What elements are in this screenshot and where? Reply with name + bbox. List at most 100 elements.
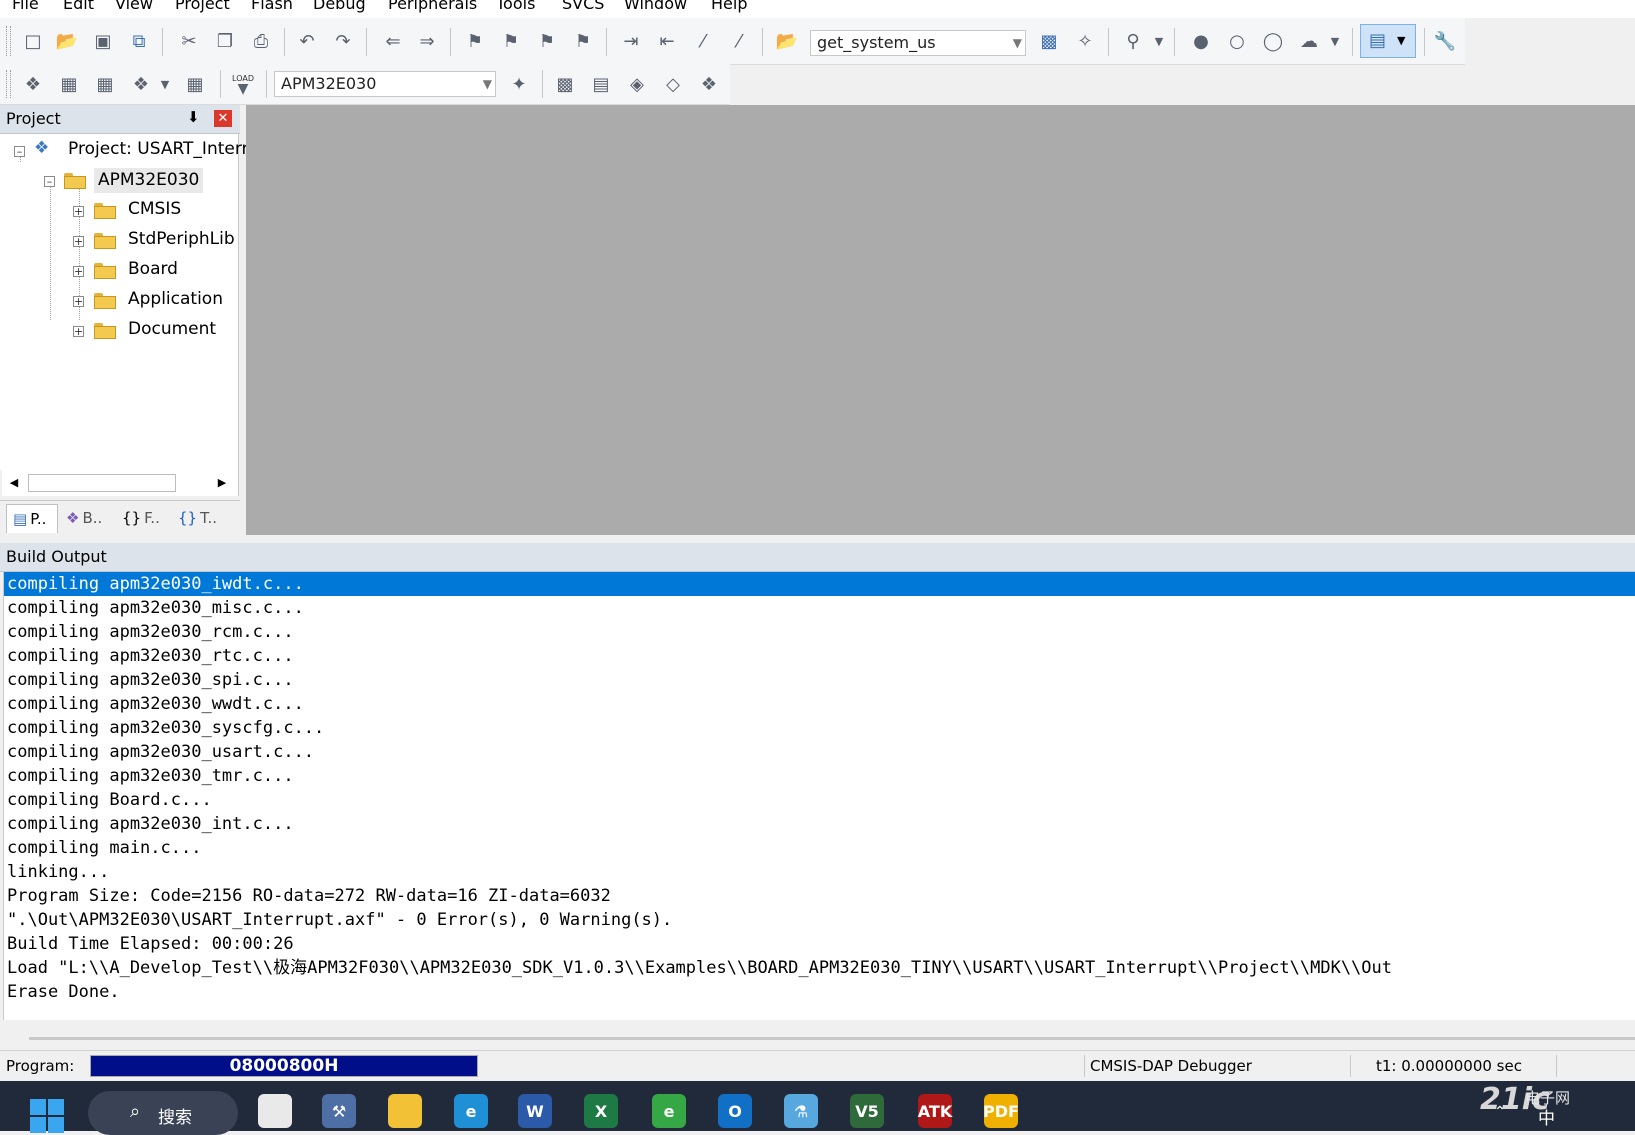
navigate-back-icon[interactable]: ⇐: [380, 28, 406, 54]
target-select[interactable]: APM32E030 ▼: [274, 71, 496, 97]
build-output-line[interactable]: compiling apm32e030_wwdt.c...: [4, 692, 1635, 716]
tab-functions[interactable]: {} F..: [116, 504, 168, 532]
build-output-line[interactable]: Program Size: Code=2156 RO-data=272 RW-d…: [4, 884, 1635, 908]
download-load-button[interactable]: LOAD ▼: [230, 71, 256, 97]
toolbar-grip[interactable]: [6, 26, 11, 56]
taskbar-app-outlook[interactable]: O: [718, 1094, 752, 1128]
build-output-line[interactable]: Load "L:\\A_Develop_Test\\极海APM32F030\\A…: [4, 956, 1635, 980]
ime-indicator[interactable]: 中: [1538, 1104, 1555, 1129]
toolbar-grip[interactable]: [6, 70, 11, 98]
menu-help[interactable]: Help: [711, 0, 747, 13]
chevron-down-icon[interactable]: ▼: [1013, 31, 1022, 55]
pack-installer-icon[interactable]: ◇: [660, 71, 686, 97]
taskbar-search[interactable]: ⌕ 搜索: [88, 1091, 238, 1135]
build-output-line[interactable]: compiling apm32e030_iwdt.c...: [4, 572, 1635, 596]
build-output-line[interactable]: compiling Board.c...: [4, 788, 1635, 812]
menu-tools[interactable]: Tools: [496, 0, 535, 13]
taskbar-app-pdf-reader[interactable]: PDF: [983, 1094, 1019, 1128]
configure-wrench-icon[interactable]: 🔧: [1432, 28, 1458, 54]
build-output-line[interactable]: ".\Out\APM32E030\USART_Interrupt.axf" - …: [4, 908, 1635, 932]
build-output-line[interactable]: Erase Done.: [4, 980, 1635, 1004]
menu-view[interactable]: View: [115, 0, 153, 13]
build-output-line[interactable]: compiling apm32e030_usart.c...: [4, 740, 1635, 764]
breakpoint-enable-icon[interactable]: ○: [1224, 28, 1250, 54]
menu-peripherals[interactable]: Peripherals: [388, 0, 477, 13]
open-file-icon[interactable]: 📂: [54, 28, 80, 54]
build-output-line[interactable]: compiling apm32e030_spi.c...: [4, 668, 1635, 692]
tab-books[interactable]: ❖ B..: [60, 504, 112, 532]
find-in-files-icon[interactable]: 📂: [774, 28, 800, 54]
taskbar-app-flask-app[interactable]: ⚗: [784, 1094, 818, 1128]
bookmark-toggle-icon[interactable]: ⚑: [462, 28, 488, 54]
incremental-find-icon[interactable]: ✧: [1072, 28, 1098, 54]
save-icon[interactable]: ▣: [90, 28, 116, 54]
scrollbar-thumb[interactable]: [28, 474, 176, 492]
expand-icon[interactable]: +: [73, 266, 84, 277]
paste-icon[interactable]: ⎙: [248, 28, 274, 54]
menu-edit[interactable]: Edit: [63, 0, 94, 13]
chevron-down-icon[interactable]: ▼: [1322, 28, 1348, 54]
unindent-icon[interactable]: ⇤: [654, 28, 680, 54]
editor-area[interactable]: [246, 105, 1635, 535]
build-icon[interactable]: ▦: [56, 71, 82, 97]
menu-svcs[interactable]: SVCS: [562, 0, 604, 13]
save-all-icon[interactable]: ⧉: [126, 28, 152, 54]
find-combo[interactable]: get_system_us ▼: [810, 30, 1026, 56]
rebuild-icon[interactable]: ▦: [92, 71, 118, 97]
scrollbar-track[interactable]: [29, 1037, 1635, 1040]
undo-icon[interactable]: ↶: [294, 28, 320, 54]
navigate-forward-icon[interactable]: ⇒: [414, 28, 440, 54]
menu-debug[interactable]: Debug: [313, 0, 366, 13]
taskbar-app-edge[interactable]: e: [454, 1094, 488, 1128]
taskbar-app-keil-uvision[interactable]: V5: [850, 1094, 884, 1128]
taskbar-app-atk-xcom[interactable]: ATK: [918, 1094, 952, 1128]
batch-build-icon[interactable]: ❖: [128, 71, 154, 97]
window-layout-button[interactable]: ▤ ▼: [1360, 24, 1416, 58]
options-for-target-icon[interactable]: ✦: [506, 71, 532, 97]
indent-icon[interactable]: ⇥: [618, 28, 644, 54]
tree-item-target[interactable]: – APM32E030: [0, 168, 238, 194]
project-hscrollbar[interactable]: ◀ ▶: [2, 470, 239, 496]
stop-build-icon[interactable]: ▦: [182, 71, 208, 97]
build-output-line[interactable]: compiling apm32e030_int.c...: [4, 812, 1635, 836]
manage-project-items-icon[interactable]: ▩: [552, 71, 578, 97]
chevron-down-icon[interactable]: ▼: [1146, 28, 1172, 54]
pane-splitter[interactable]: [0, 535, 1635, 543]
tree-item-group[interactable]: + Board: [0, 258, 238, 284]
taskbar-app-excel[interactable]: X: [584, 1094, 618, 1128]
taskbar-app-keil-installer[interactable]: ⚒: [322, 1094, 356, 1128]
taskbar-app-word[interactable]: W: [518, 1094, 552, 1128]
tree-item-group[interactable]: + CMSIS: [0, 198, 238, 224]
scroll-right-icon[interactable]: ▶: [212, 473, 232, 493]
taskbar-app-browser-e[interactable]: e: [652, 1094, 686, 1128]
build-output-line[interactable]: compiling apm32e030_tmr.c...: [4, 764, 1635, 788]
build-output-log[interactable]: compiling apm32e030_iwdt.c... compiling a…: [3, 572, 1635, 1020]
menu-file[interactable]: File: [12, 0, 39, 13]
build-output-line[interactable]: compiling main.c...: [4, 836, 1635, 860]
tab-project[interactable]: ▤ P..: [6, 504, 58, 533]
tab-templates[interactable]: {} T..: [172, 504, 228, 532]
debug-session-icon[interactable]: ⚲: [1120, 28, 1146, 54]
build-output-line[interactable]: compiling apm32e030_misc.c...: [4, 596, 1635, 620]
tree-item-group[interactable]: + StdPeriphLib: [0, 228, 238, 254]
uncomment-icon[interactable]: ⁄: [726, 28, 752, 54]
pin-icon[interactable]: ⬇: [187, 108, 200, 126]
bookmark-next-icon[interactable]: ⚑: [534, 28, 560, 54]
scroll-left-icon[interactable]: ◀: [4, 473, 24, 493]
redo-icon[interactable]: ↷: [330, 28, 356, 54]
expand-icon[interactable]: +: [73, 206, 84, 217]
chevron-down-icon[interactable]: ▼: [483, 72, 492, 96]
tray-overflow-icon[interactable]: ⌃: [1494, 1104, 1506, 1120]
cut-icon[interactable]: ✂: [176, 28, 202, 54]
tree-item-project-root[interactable]: – ❖ Project: USART_Interr: [0, 138, 249, 164]
tree-item-group[interactable]: + Document: [0, 318, 238, 344]
tree-item-group[interactable]: + Application: [0, 288, 238, 314]
expand-icon[interactable]: +: [73, 236, 84, 247]
collapse-icon[interactable]: –: [44, 176, 55, 187]
taskbar-app-file-explorer[interactable]: [388, 1094, 422, 1128]
breakpoint-kill-all-icon[interactable]: ☁: [1296, 28, 1322, 54]
build-output-line[interactable]: compiling apm32e030_rtc.c...: [4, 644, 1635, 668]
comment-icon[interactable]: ⁄: [690, 28, 716, 54]
new-file-icon[interactable]: □: [20, 28, 46, 54]
build-output-line[interactable]: compiling apm32e030_syscfg.c...: [4, 716, 1635, 740]
